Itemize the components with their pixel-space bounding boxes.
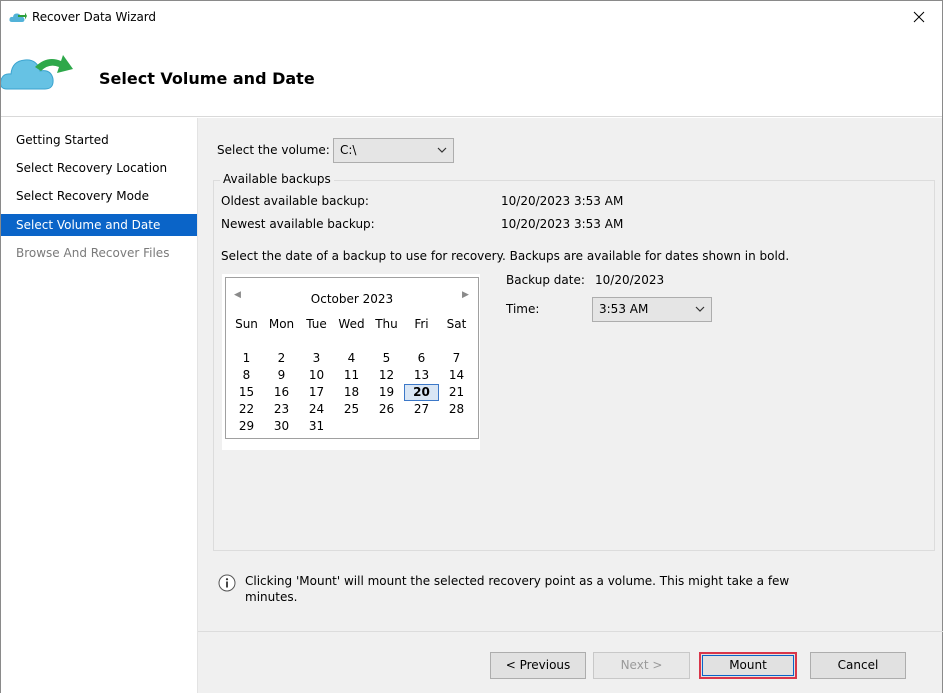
weekday-header: Fri bbox=[414, 317, 429, 331]
weekday-header: Sat bbox=[446, 317, 467, 331]
calendar-month-title[interactable]: October 2023 bbox=[226, 292, 478, 306]
weekday-header: Wed bbox=[338, 317, 365, 331]
footer-divider bbox=[198, 631, 943, 632]
calendar-day[interactable]: 11 bbox=[334, 367, 369, 384]
oldest-backup-value: 10/20/2023 3:53 AM bbox=[501, 194, 624, 208]
weekday-header: Mon bbox=[268, 317, 295, 331]
volume-label: Select the volume: bbox=[217, 143, 330, 157]
available-backups-title: Available backups bbox=[220, 172, 334, 186]
month-calendar[interactable]: ◀ ▶ October 2023 Sun Mon Tue Wed Thu Fri… bbox=[225, 277, 479, 439]
page-title: Select Volume and Date bbox=[99, 69, 315, 88]
calendar-day[interactable]: 3 bbox=[299, 350, 334, 367]
calendar-day[interactable]: 9 bbox=[264, 367, 299, 384]
calendar-day[interactable]: 2 bbox=[264, 350, 299, 367]
weekday-header: Sun bbox=[235, 317, 258, 331]
calendar-day[interactable]: 24 bbox=[299, 401, 334, 418]
mount-button[interactable]: Mount bbox=[699, 652, 797, 679]
weekday-header: Thu bbox=[375, 317, 398, 331]
info-icon bbox=[218, 574, 236, 592]
chevron-down-icon bbox=[437, 147, 447, 153]
next-button: Next > bbox=[593, 652, 690, 679]
calendar-day[interactable]: 31 bbox=[299, 418, 334, 435]
window-title: Recover Data Wizard bbox=[32, 10, 156, 24]
mount-info-text: Clicking 'Mount' will mount the selected… bbox=[245, 574, 790, 604]
calendar-day[interactable]: 5 bbox=[369, 350, 404, 367]
calendar-day[interactable]: 8 bbox=[229, 367, 264, 384]
calendar-day[interactable]: 7 bbox=[439, 350, 474, 367]
cloud-recover-icon bbox=[9, 12, 27, 22]
date-instructions: Select the date of a backup to use for r… bbox=[221, 249, 790, 263]
close-button[interactable] bbox=[896, 1, 942, 33]
newest-backup-value: 10/20/2023 3:53 AM bbox=[501, 217, 624, 231]
calendar-day[interactable]: 6 bbox=[404, 350, 439, 367]
chevron-down-icon bbox=[695, 306, 705, 312]
previous-button[interactable]: < Previous bbox=[490, 652, 586, 679]
calendar-day[interactable]: 29 bbox=[229, 418, 264, 435]
cancel-button[interactable]: Cancel bbox=[810, 652, 906, 679]
recover-data-wizard-window: Recover Data Wizard Select Volume and Da… bbox=[0, 0, 943, 693]
wizard-steps-nav: Getting Started Select Recovery Location… bbox=[1, 118, 197, 693]
calendar-day[interactable]: 10 bbox=[299, 367, 334, 384]
nav-item-select-recovery-mode[interactable]: Select Recovery Mode bbox=[1, 185, 197, 207]
close-icon bbox=[913, 11, 925, 23]
calendar-day[interactable]: 28 bbox=[439, 401, 474, 418]
calendar-day[interactable]: 23 bbox=[264, 401, 299, 418]
calendar-day[interactable]: 13 bbox=[404, 367, 439, 384]
nav-item-browse-and-recover-files: Browse And Recover Files bbox=[16, 246, 170, 260]
calendar-day[interactable]: 26 bbox=[369, 401, 404, 418]
wizard-content: Select the volume: C:\ Available backups… bbox=[197, 118, 943, 693]
calendar-day[interactable]: 12 bbox=[369, 367, 404, 384]
calendar-day[interactable]: 27 bbox=[404, 401, 439, 418]
time-label: Time: bbox=[506, 302, 540, 316]
time-select-value: 3:53 AM bbox=[599, 302, 649, 316]
calendar-day[interactable]: 17 bbox=[299, 384, 334, 401]
volume-select[interactable]: C:\ bbox=[333, 138, 454, 163]
calendar-day[interactable]: 1 bbox=[229, 350, 264, 367]
calendar-day[interactable]: 19 bbox=[369, 384, 404, 401]
nav-item-select-recovery-location[interactable]: Select Recovery Location bbox=[1, 157, 197, 179]
backup-date-label: Backup date: bbox=[506, 273, 585, 287]
calendar-day[interactable]: 21 bbox=[439, 384, 474, 401]
wizard-header: Select Volume and Date bbox=[1, 35, 942, 117]
time-select[interactable]: 3:53 AM bbox=[592, 297, 712, 322]
nav-item-select-volume-and-date[interactable]: Select Volume and Date bbox=[1, 214, 197, 236]
volume-select-value: C:\ bbox=[340, 143, 357, 157]
calendar-day[interactable]: 15 bbox=[229, 384, 264, 401]
calendar-day[interactable]: 4 bbox=[334, 350, 369, 367]
backup-date-value: 10/20/2023 bbox=[595, 273, 665, 287]
calendar-day[interactable]: 16 bbox=[264, 384, 299, 401]
calendar-day[interactable]: 30 bbox=[264, 418, 299, 435]
nav-item-getting-started[interactable]: Getting Started bbox=[1, 129, 197, 151]
newest-backup-label: Newest available backup: bbox=[221, 217, 375, 231]
weekday-header: Tue bbox=[306, 317, 327, 331]
calendar-day-selected[interactable]: 20 bbox=[404, 384, 439, 401]
calendar-day[interactable]: 18 bbox=[334, 384, 369, 401]
title-bar: Recover Data Wizard bbox=[1, 1, 942, 35]
calendar-day[interactable]: 22 bbox=[229, 401, 264, 418]
oldest-backup-label: Oldest available backup: bbox=[221, 194, 369, 208]
calendar-day[interactable]: 25 bbox=[334, 401, 369, 418]
calendar-day[interactable]: 14 bbox=[439, 367, 474, 384]
cloud-arrow-icon bbox=[1, 55, 73, 90]
